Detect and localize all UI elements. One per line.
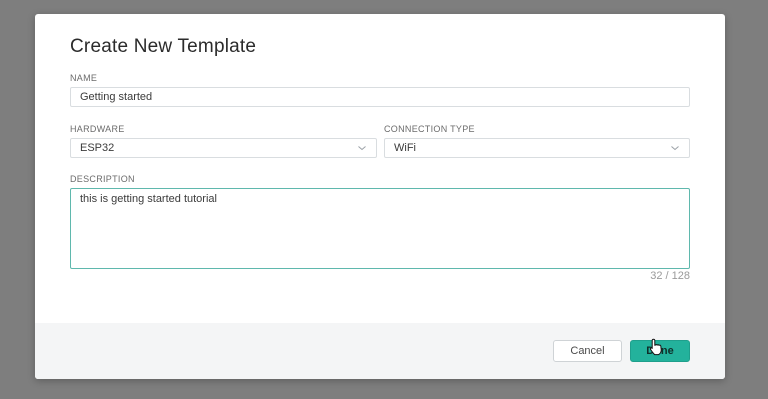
connection-type-label: CONNECTION TYPE [384, 124, 475, 134]
hardware-select[interactable]: ESP32 [70, 138, 377, 158]
description-char-counter: 32 / 128 [650, 270, 690, 282]
hardware-label: HARDWARE [70, 124, 125, 134]
chevron-down-icon [671, 146, 679, 151]
cancel-button[interactable]: Cancel [553, 340, 622, 362]
dialog-footer: Cancel Done [35, 323, 725, 379]
chevron-down-icon [358, 146, 366, 151]
hardware-select-value: ESP32 [80, 142, 115, 154]
connection-type-select[interactable]: WiFi [384, 138, 690, 158]
name-input[interactable]: Getting started [70, 87, 690, 107]
description-label: DESCRIPTION [70, 174, 135, 184]
description-textarea[interactable]: this is getting started tutorial [70, 188, 690, 269]
connection-type-select-value: WiFi [394, 142, 416, 154]
hand-pointer-icon [649, 338, 662, 356]
create-template-dialog: Create New Template NAME Getting started… [35, 14, 725, 379]
dialog-title: Create New Template [70, 36, 257, 57]
name-label: NAME [70, 73, 98, 83]
